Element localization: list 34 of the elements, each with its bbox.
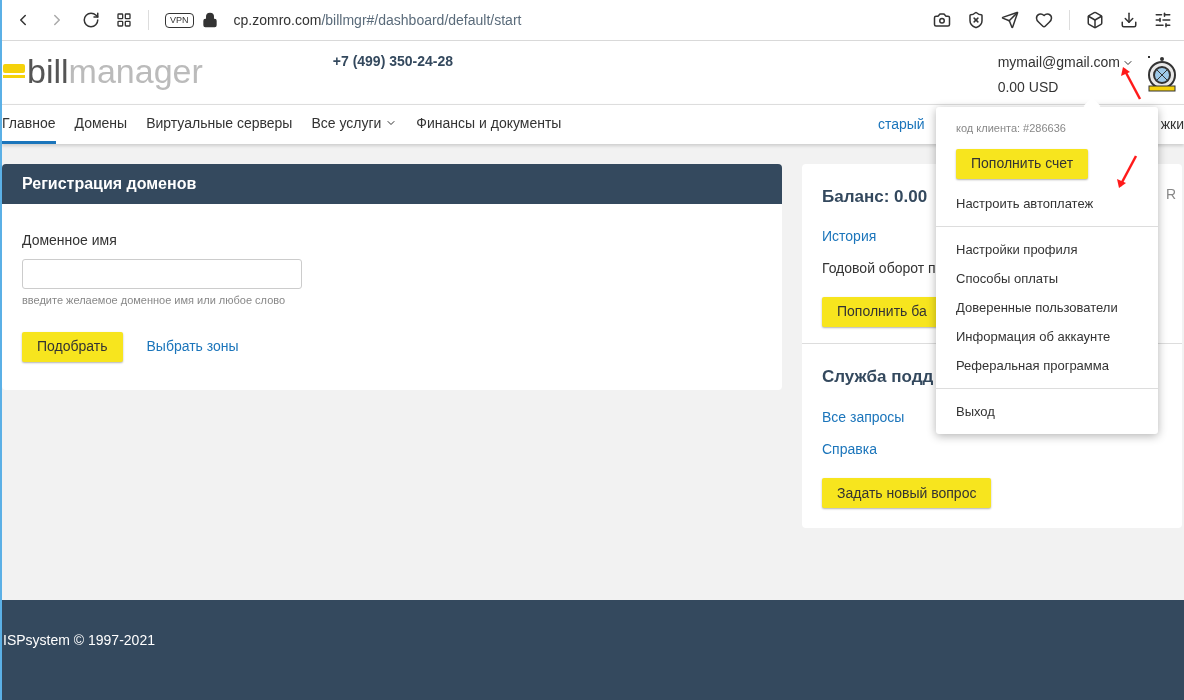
menu-item[interactable]: Настроить автоплатеж [936, 188, 1158, 218]
vpn-badge[interactable]: VPN [165, 12, 194, 28]
account-balance: 0.00 USD [997, 78, 1060, 97]
card-title: Регистрация доменов [22, 174, 197, 194]
balance-currency: R [1165, 185, 1176, 204]
support-link[interactable]: Все запросы [822, 407, 905, 428]
topup-account-button[interactable]: Пополнить счет [956, 148, 1089, 179]
zones-link[interactable]: Выбрать зоны [146, 336, 239, 357]
support-title: Служба подд [822, 365, 934, 388]
menu-item[interactable]: Выход [936, 396, 1158, 426]
nav-tab[interactable]: Виртуальные серверы [146, 105, 293, 144]
logo[interactable]: billmanager [3, 51, 203, 91]
turnover-text: Годовой оборот п [822, 258, 936, 278]
client-code: код клиента: #286636 [956, 121, 1066, 136]
nav-link[interactable]: старый [877, 114, 925, 135]
nav-tab[interactable]: Финансы и документы [416, 105, 562, 144]
menu-item[interactable]: Способы оплаты [936, 263, 1158, 293]
copyright-text: ISPsystem © 1997-2021 [3, 630, 155, 650]
field-hint: введите желаемое доменное имя или любое слово [22, 293, 286, 308]
account-menu-toggle[interactable]: mymail@gmail.com [997, 52, 1134, 73]
phone-number: +7 (499) 350-24-28 [332, 52, 454, 71]
nav-link[interactable]: жки [1160, 114, 1184, 135]
nav-tab[interactable]: Домены [74, 105, 128, 144]
menu-item[interactable]: Настройки профиля [936, 234, 1158, 264]
new-question-button[interactable]: Задать новый вопрос [822, 478, 992, 508]
nav-tab[interactable]: Главное [2, 105, 56, 144]
history-link[interactable]: История [822, 225, 877, 247]
menu-item[interactable]: Реферальная программа [936, 350, 1158, 380]
field-label: Доменное имя [22, 231, 117, 250]
address-bar-url[interactable]: cp.zomro.com/billmgr#/dashboard/default/start [233, 9, 522, 31]
balance-title: Баланс: 0.00 [822, 186, 928, 208]
pick-button[interactable]: Подобрать [22, 331, 123, 362]
support-link[interactable]: Справка [822, 439, 877, 460]
nav-tab[interactable]: Все услуги [311, 105, 398, 144]
